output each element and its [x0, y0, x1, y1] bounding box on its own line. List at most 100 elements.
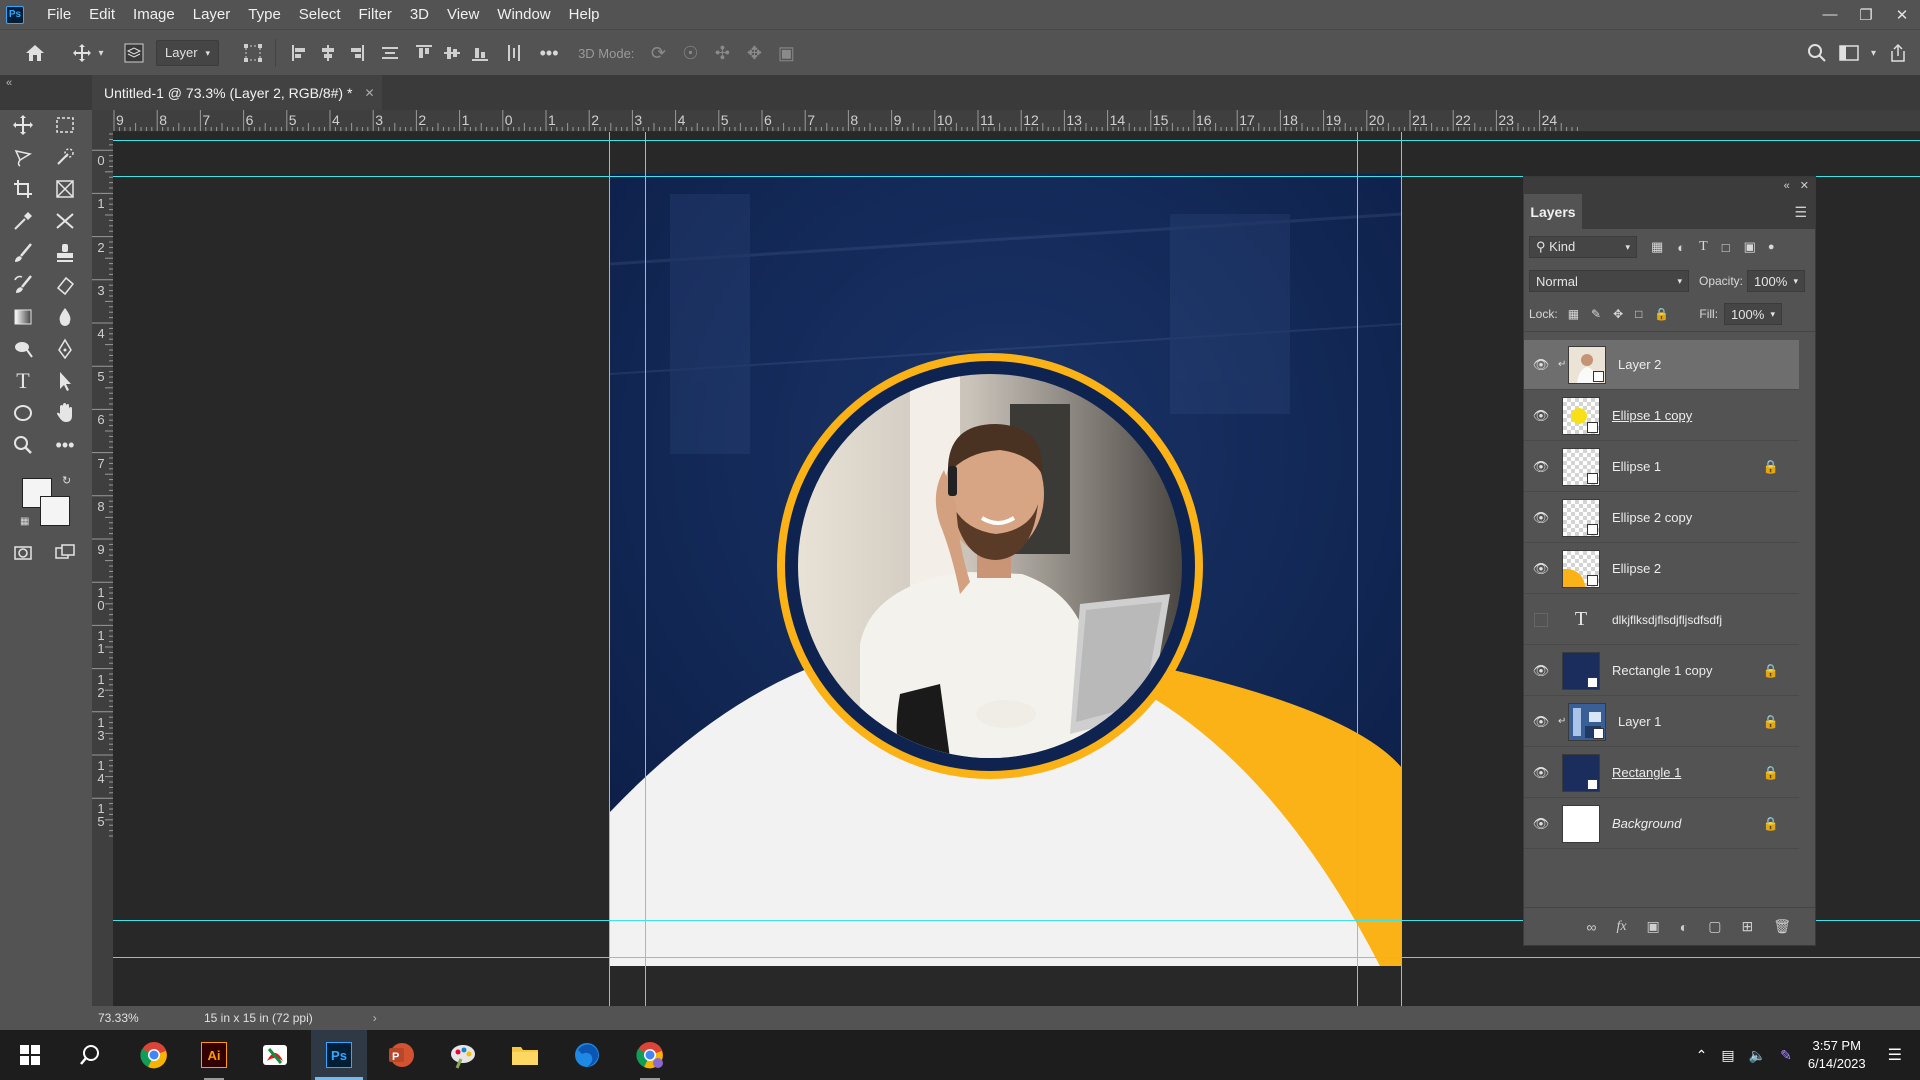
distribute-vertical-icon[interactable] [494, 30, 534, 76]
align-middle-icon[interactable] [438, 30, 466, 76]
quick-mask-icon[interactable] [6, 538, 40, 568]
menu-layer[interactable]: Layer [184, 0, 240, 29]
eraser-tool-icon[interactable] [48, 270, 82, 300]
close-window-icon[interactable]: ✕ [1884, 0, 1920, 29]
history-brush-tool-icon[interactable] [6, 270, 40, 300]
frame-tool-icon[interactable] [48, 174, 82, 204]
link-layers-icon[interactable]: ∞ [1586, 919, 1596, 935]
chevron-down-icon[interactable]: ▾ [94, 30, 108, 76]
layer-name[interactable]: Ellipse 1 copy [1612, 408, 1692, 423]
align-bottom-icon[interactable] [466, 30, 494, 76]
document-tab[interactable]: Untitled-1 @ 73.3% (Layer 2, RGB/8#) * ✕ [92, 75, 382, 110]
background-color-swatch[interactable] [40, 496, 70, 526]
layer-row[interactable]: 👁 Ellipse 2 [1524, 544, 1799, 594]
adjustment-layer-icon[interactable]: ◐ [1680, 919, 1688, 935]
drag-3d-icon[interactable]: ✣ [706, 30, 738, 76]
layer-name[interactable]: Rectangle 1 copy [1612, 663, 1712, 678]
menu-file[interactable]: File [38, 0, 80, 29]
paint-icon[interactable] [435, 1030, 491, 1080]
lock-image-icon[interactable]: ✎ [1591, 307, 1601, 321]
type-tool-icon[interactable]: T [6, 366, 40, 396]
more-options-icon[interactable]: ••• [534, 30, 564, 76]
more-tools-icon[interactable]: ••• [48, 430, 82, 460]
close-tab-icon[interactable]: ✕ [364, 86, 374, 100]
lasso-tool-icon[interactable] [6, 142, 40, 172]
guide-vertical[interactable] [609, 132, 610, 1012]
eye-icon[interactable]: 👁 [1524, 561, 1558, 577]
menu-edit[interactable]: Edit [80, 0, 124, 29]
zoom-tool-icon[interactable] [6, 430, 40, 460]
lock-position-icon[interactable]: ✥ [1613, 307, 1623, 321]
chrome-icon[interactable] [126, 1030, 182, 1080]
filter-kind-dropdown[interactable]: ⚲ Kind ▾ [1529, 236, 1637, 258]
crop-tool-icon[interactable] [6, 174, 40, 204]
hand-tool-icon[interactable] [48, 398, 82, 428]
default-colors-icon[interactable]: ▦ [20, 516, 29, 527]
menu-view[interactable]: View [438, 0, 488, 29]
photoshop-taskbar-icon[interactable]: Ps [311, 1030, 367, 1080]
powerpoint-icon[interactable]: P [373, 1030, 429, 1080]
swap-colors-icon[interactable]: ↻ [62, 474, 71, 487]
align-top-icon[interactable] [410, 30, 438, 76]
align-center-icon[interactable] [314, 30, 342, 76]
guide-horizontal[interactable] [113, 957, 1920, 958]
path-selection-tool-icon[interactable] [48, 366, 82, 396]
layer-name[interactable]: Ellipse 2 [1612, 561, 1661, 576]
video-camera-icon[interactable]: ▣ [770, 30, 802, 76]
guide-vertical[interactable] [645, 132, 646, 1012]
lock-transparent-icon[interactable]: ▦ [1568, 307, 1579, 321]
menu-window[interactable]: Window [488, 0, 559, 29]
lock-artboard-icon[interactable]: □ [1635, 307, 1642, 321]
layer-row[interactable]: 👁 Ellipse 1 🔒 [1524, 442, 1799, 492]
eye-icon[interactable]: 👁 [1524, 510, 1558, 526]
blend-mode-dropdown[interactable]: Normal ▾ [1529, 270, 1689, 292]
layer-row[interactable]: 👁 Ellipse 1 copy [1524, 391, 1799, 441]
gradient-tool-icon[interactable] [6, 302, 40, 332]
menu-help[interactable]: Help [560, 0, 609, 29]
eye-icon[interactable]: 👁 [1524, 408, 1558, 424]
eye-icon[interactable]: 👁 [1524, 765, 1558, 781]
quick-selection-tool-icon[interactable] [48, 142, 82, 172]
orbit-3d-icon[interactable]: ⟳ [642, 30, 674, 76]
workspace-icon[interactable] [1839, 30, 1859, 76]
ellipse-tool-icon[interactable] [6, 398, 40, 428]
layer-name[interactable]: dlkjflksdjflsdjfljsdfsdfj [1612, 613, 1722, 627]
network-icon[interactable]: ▤ [1721, 1047, 1734, 1064]
layer-name[interactable]: Rectangle 1 [1612, 765, 1681, 780]
layer-row[interactable]: T dlkjflksdjflsdjfljsdfsdfj [1524, 595, 1799, 645]
layer-name[interactable]: Ellipse 1 [1612, 459, 1661, 474]
tab-layers[interactable]: Layers [1524, 194, 1582, 229]
chrome-profile-icon[interactable] [622, 1030, 678, 1080]
menu-select[interactable]: Select [290, 0, 350, 29]
document-canvas[interactable] [610, 174, 1402, 966]
minimize-icon[interactable]: — [1812, 0, 1848, 29]
layer-name[interactable]: Ellipse 2 copy [1612, 510, 1692, 525]
close-panel-icon[interactable]: ✕ [1800, 179, 1809, 192]
guide-horizontal[interactable] [113, 140, 1920, 141]
filter-smart-object-icon[interactable]: ▣ [1744, 239, 1756, 255]
menu-filter[interactable]: Filter [350, 0, 401, 29]
layer-row[interactable]: 👁 Ellipse 2 copy [1524, 493, 1799, 543]
layer-name[interactable]: Layer 2 [1618, 357, 1661, 372]
roll-3d-icon[interactable]: ☉ [674, 30, 706, 76]
lock-all-icon[interactable]: 🔒 [1654, 307, 1669, 321]
layer-name[interactable]: Background [1612, 816, 1681, 831]
menu-image[interactable]: Image [124, 0, 184, 29]
windows-start-icon[interactable] [2, 1030, 58, 1080]
search-icon[interactable] [62, 1030, 118, 1080]
zoom-level[interactable]: 73.33% [98, 1011, 176, 1025]
fill-field[interactable]: 100% ▾ [1724, 303, 1783, 325]
move-tool-icon[interactable] [6, 110, 40, 140]
slide-3d-icon[interactable]: ✥ [738, 30, 770, 76]
acrobat-icon[interactable] [247, 1030, 303, 1080]
brush-tool-icon[interactable] [6, 238, 40, 268]
notifications-icon[interactable]: ☰ [1888, 1045, 1902, 1065]
marquee-tool-icon[interactable] [48, 110, 82, 140]
clock[interactable]: 3:57 PM 6/14/2023 [1808, 1037, 1866, 1073]
guide-vertical[interactable] [1401, 132, 1402, 1012]
filter-shape-icon[interactable]: □ [1722, 240, 1730, 255]
layer-name[interactable]: Layer 1 [1618, 714, 1661, 729]
firefox-icon[interactable] [559, 1030, 615, 1080]
chevron-down-icon[interactable]: ▾ [1871, 30, 1876, 76]
collapse-panel-icon[interactable]: « [6, 77, 12, 89]
